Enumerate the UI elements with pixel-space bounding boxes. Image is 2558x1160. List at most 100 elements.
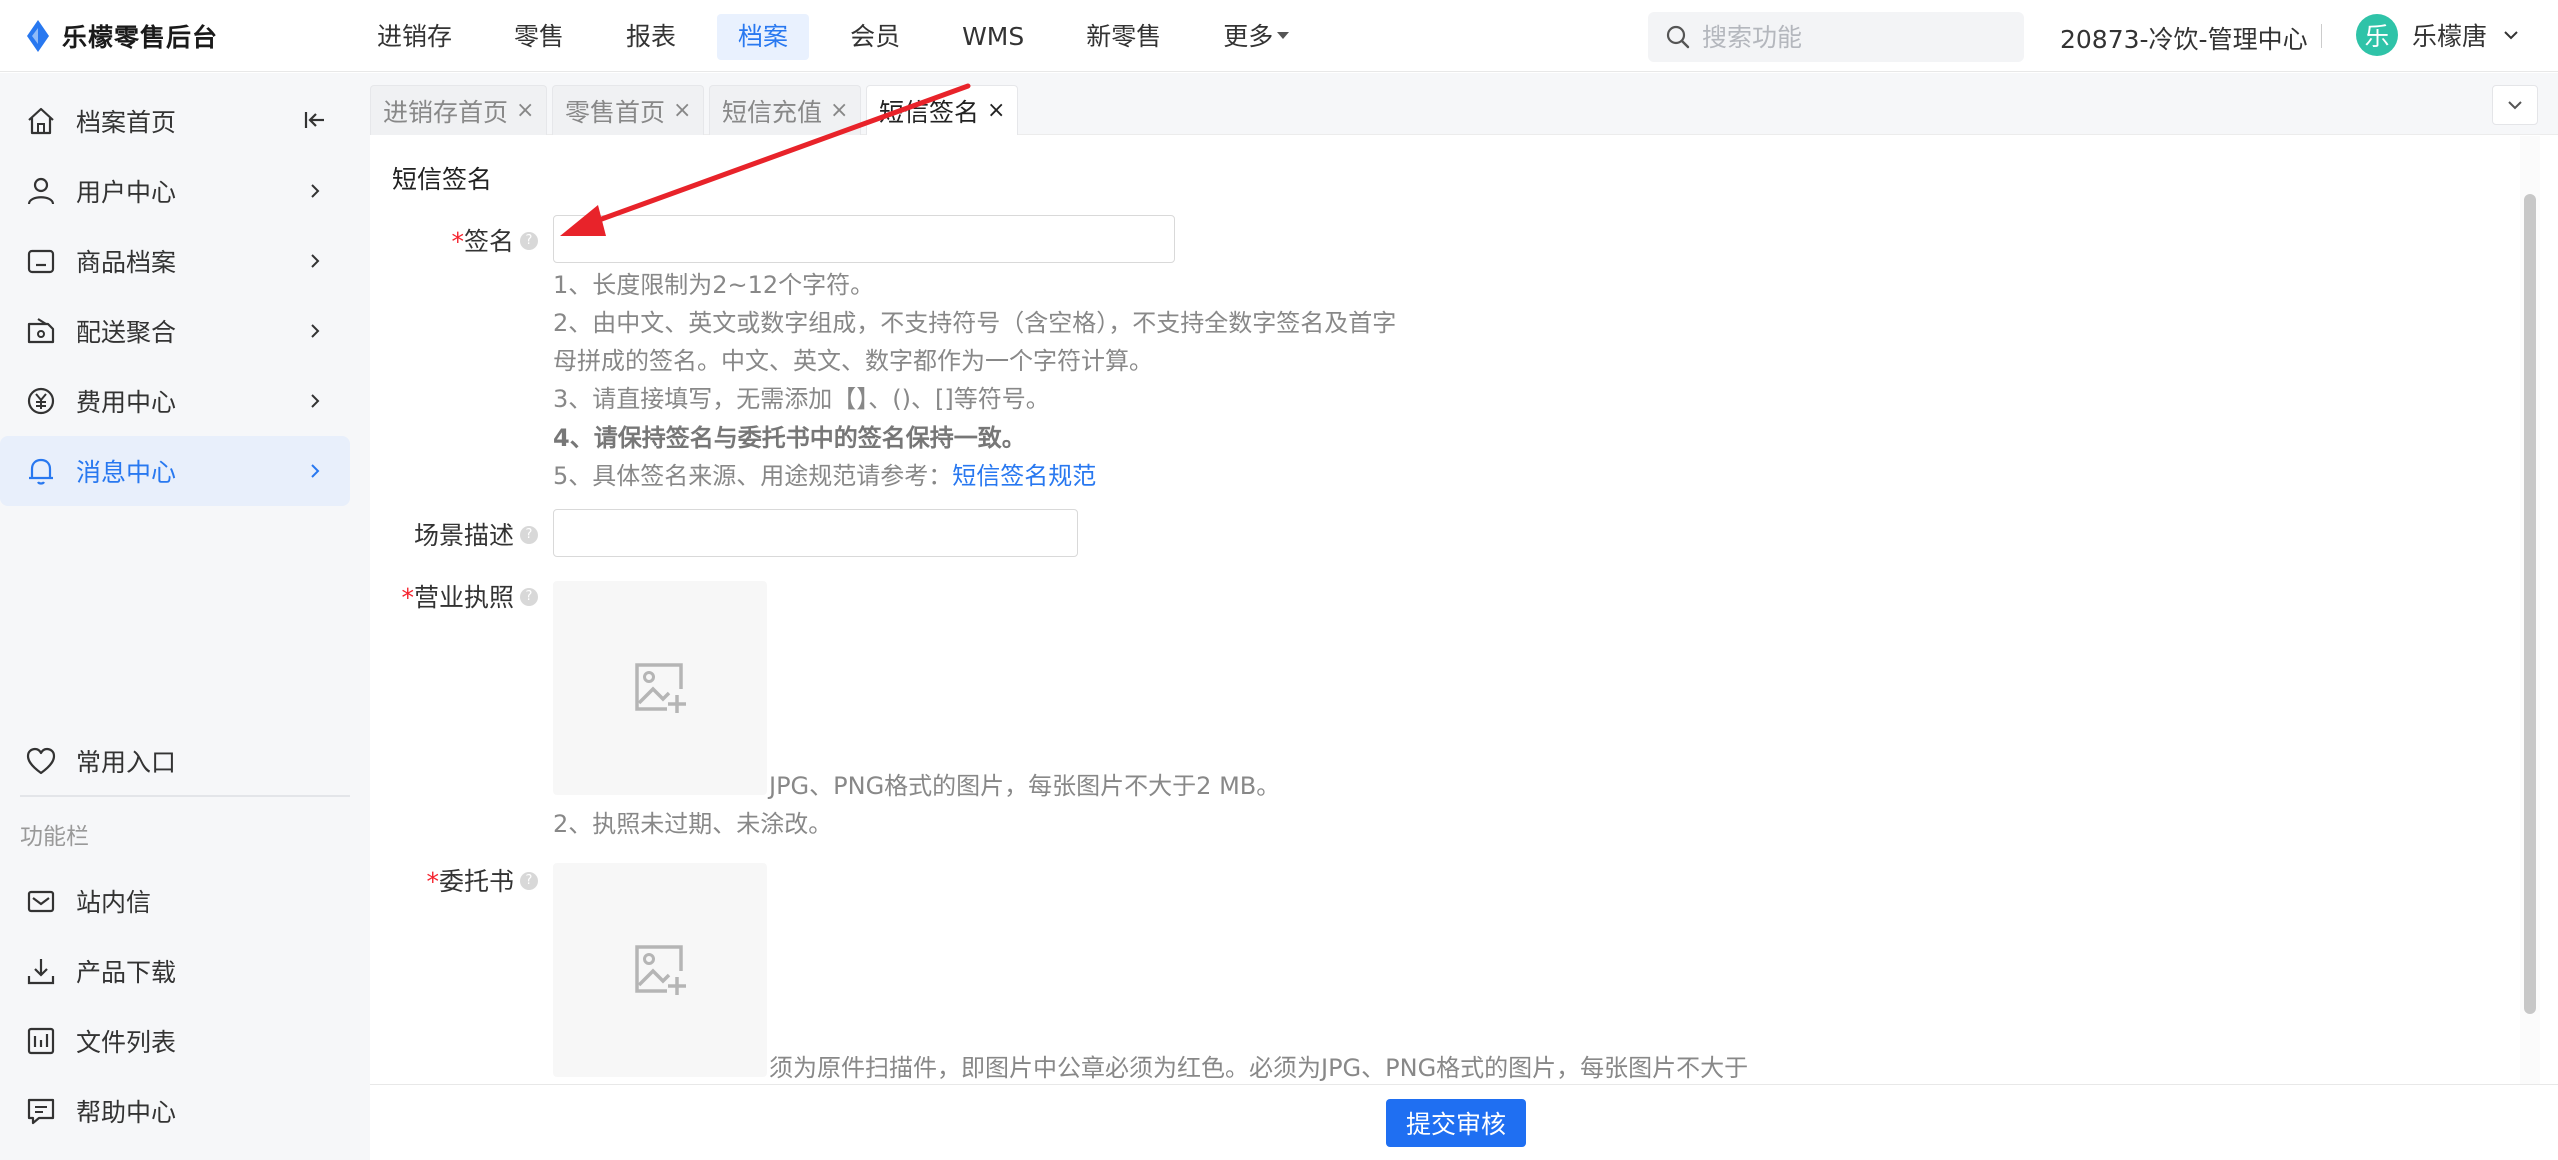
close-icon[interactable]: × — [516, 98, 534, 123]
caret-down-icon — [1277, 31, 1290, 39]
sidebar-item-user-center[interactable]: 用户中心 — [0, 156, 350, 226]
sidebar-tool-download[interactable]: 产品下载 — [0, 936, 350, 1006]
signature-hint-1: 1、长度限制为2~12个字符。 — [553, 271, 875, 299]
authorization-letter-label-text: 委托书 — [438, 867, 514, 896]
close-icon[interactable]: × — [830, 98, 848, 123]
sidebar-item-archive-home[interactable]: 档案首页 — [0, 86, 350, 156]
yen-icon — [27, 387, 55, 415]
sidebar-divider — [20, 795, 350, 797]
nav-item-archives[interactable]: 档案 — [717, 14, 810, 60]
signature-hint-2-cont: 母拼成的签名。中文、英文、数字都作为一个字符计算。 — [553, 347, 1153, 375]
app-name: 乐檬零售后台 — [62, 23, 219, 52]
page-tabs: 进销存首页 × 零售首页 × 短信充值 × 短信签名 × — [370, 73, 2558, 135]
brand-logo-icon — [27, 20, 49, 52]
search-icon — [1666, 25, 1690, 49]
authorization-letter-upload[interactable] — [553, 863, 767, 1077]
tabs-dropdown-button[interactable] — [2492, 85, 2538, 125]
sidebar-item-message-center[interactable]: 消息中心 — [0, 436, 350, 506]
sidebar-item-label: 商品档案 — [76, 248, 177, 277]
sidebar-item-label: 站内信 — [76, 888, 152, 917]
collapse-sidebar-icon[interactable] — [300, 106, 328, 134]
signature-hint-3: 3、请直接填写，无需添加【】、()、[]等符号。 — [553, 385, 1050, 413]
sidebar: 档案首页 用户中心 商品档案 配送聚合 费用中心 消息中心 常用入口 功能栏 站… — [0, 73, 370, 1160]
search-input[interactable] — [1702, 22, 2002, 52]
tab-label: 进销存首页 — [383, 97, 509, 127]
scrollbar-thumb[interactable] — [2524, 194, 2536, 1014]
license-hint-1: JPG、PNG格式的图片，每张图片不大于2 MB。 — [769, 772, 1281, 800]
nav-item-members[interactable]: 会员 — [829, 14, 921, 60]
image-upload-icon — [635, 945, 686, 995]
required-mark: * — [401, 583, 414, 612]
home-icon — [28, 107, 54, 135]
sidebar-item-label: 产品下载 — [76, 958, 177, 987]
submit-review-button[interactable]: 提交审核 — [1386, 1099, 1526, 1147]
top-bar: 乐檬零售后台 进销存 零售 报表 档案 会员 WMS 新零售 更多 20873-… — [0, 0, 2558, 72]
nav-item-wms[interactable]: WMS — [941, 14, 1045, 60]
close-icon[interactable]: × — [673, 98, 691, 123]
help-icon[interactable]: ? — [520, 872, 538, 890]
help-icon[interactable]: ? — [520, 588, 538, 606]
signature-hint-5-text: 5、具体签名来源、用途规范请参考： — [553, 462, 953, 490]
sidebar-item-label: 帮助中心 — [76, 1098, 177, 1127]
main-nav: 进销存 零售 报表 档案 会员 WMS 新零售 更多 — [356, 14, 1330, 60]
app-logo[interactable]: 乐檬零售后台 — [24, 18, 218, 54]
signature-input[interactable] — [553, 215, 1175, 263]
tab-inventory-home[interactable]: 进销存首页 × — [370, 85, 548, 135]
nav-more-label: 更多 — [1223, 22, 1274, 51]
help-icon[interactable]: ? — [520, 232, 538, 250]
sidebar-tool-inbox[interactable]: 站内信 — [0, 866, 350, 936]
help-chat-icon — [27, 1098, 55, 1125]
mail-icon — [27, 890, 55, 913]
business-license-label-text: 营业执照 — [413, 583, 514, 612]
nav-item-reports[interactable]: 报表 — [605, 14, 697, 60]
authorization-hint-1: 须为原件扫描件，即图片中公章必须为红色。必须为JPG、PNG格式的图片，每张图片… — [769, 1054, 1749, 1082]
user-name: 乐檬唐 — [2412, 22, 2488, 51]
help-icon[interactable]: ? — [520, 526, 538, 544]
scene-description-input[interactable] — [553, 509, 1078, 557]
nav-item-new-retail[interactable]: 新零售 — [1065, 14, 1182, 60]
close-icon[interactable]: × — [987, 98, 1005, 123]
business-license-upload[interactable] — [553, 581, 767, 795]
chevron-right-icon — [311, 184, 320, 198]
search-box[interactable] — [1648, 12, 2024, 62]
tab-sms-recharge[interactable]: 短信充值 × — [709, 85, 862, 135]
user-menu[interactable]: 乐 乐檬唐 — [2356, 14, 2521, 56]
sidebar-item-favorites[interactable]: 常用入口 — [0, 726, 350, 796]
signature-hint-2: 2、由中文、英文或数字组成，不支持符号（含空格），不支持全数字签名及首字 — [553, 309, 1397, 337]
sidebar-item-label: 配送聚合 — [76, 318, 177, 347]
sms-signature-spec-link[interactable]: 短信签名规范 — [952, 462, 1096, 490]
chevron-right-icon — [311, 254, 320, 268]
license-hint-2: 2、执照未过期、未涂改。 — [553, 810, 833, 838]
chevron-down-icon — [2508, 101, 2522, 110]
chevron-right-icon — [311, 324, 320, 338]
avatar: 乐 — [2356, 14, 2398, 56]
sidebar-item-expense[interactable]: 费用中心 — [0, 366, 350, 436]
box-icon — [27, 249, 55, 274]
nav-item-more[interactable]: 更多 — [1202, 14, 1310, 60]
page-title: 短信签名 — [392, 165, 493, 194]
tab-sms-signature[interactable]: 短信签名 × — [866, 85, 1019, 135]
form-footer: 提交审核 — [370, 1084, 2558, 1160]
file-list-icon — [27, 1027, 55, 1055]
sidebar-tool-file-list[interactable]: 文件列表 — [0, 1006, 350, 1076]
nav-item-inventory[interactable]: 进销存 — [356, 14, 473, 60]
main-content: 短信签名 *签名? 1、长度限制为2~12个字符。 2、由中文、英文或数字组成，… — [370, 136, 2558, 1084]
business-license-label: *营业执照? — [398, 578, 538, 614]
tab-label: 零售首页 — [565, 97, 666, 127]
sidebar-tool-help[interactable]: 帮助中心 — [0, 1076, 350, 1146]
signature-label: *签名? — [448, 222, 538, 258]
header-divider — [2321, 24, 2322, 48]
store-selector[interactable]: 20873-冷饮-管理中心 — [2060, 20, 2308, 56]
sidebar-item-label: 费用中心 — [76, 388, 177, 417]
bell-icon — [29, 458, 53, 485]
delivery-icon — [27, 318, 55, 344]
required-mark: * — [426, 867, 439, 896]
chevron-right-icon — [311, 464, 320, 478]
scene-label: 场景描述? — [410, 516, 538, 552]
sidebar-item-label: 常用入口 — [76, 748, 177, 777]
nav-item-retail[interactable]: 零售 — [493, 14, 585, 60]
tab-retail-home[interactable]: 零售首页 × — [552, 85, 705, 135]
sidebar-item-label: 文件列表 — [76, 1028, 177, 1057]
sidebar-item-product-archive[interactable]: 商品档案 — [0, 226, 350, 296]
sidebar-item-delivery[interactable]: 配送聚合 — [0, 296, 350, 366]
